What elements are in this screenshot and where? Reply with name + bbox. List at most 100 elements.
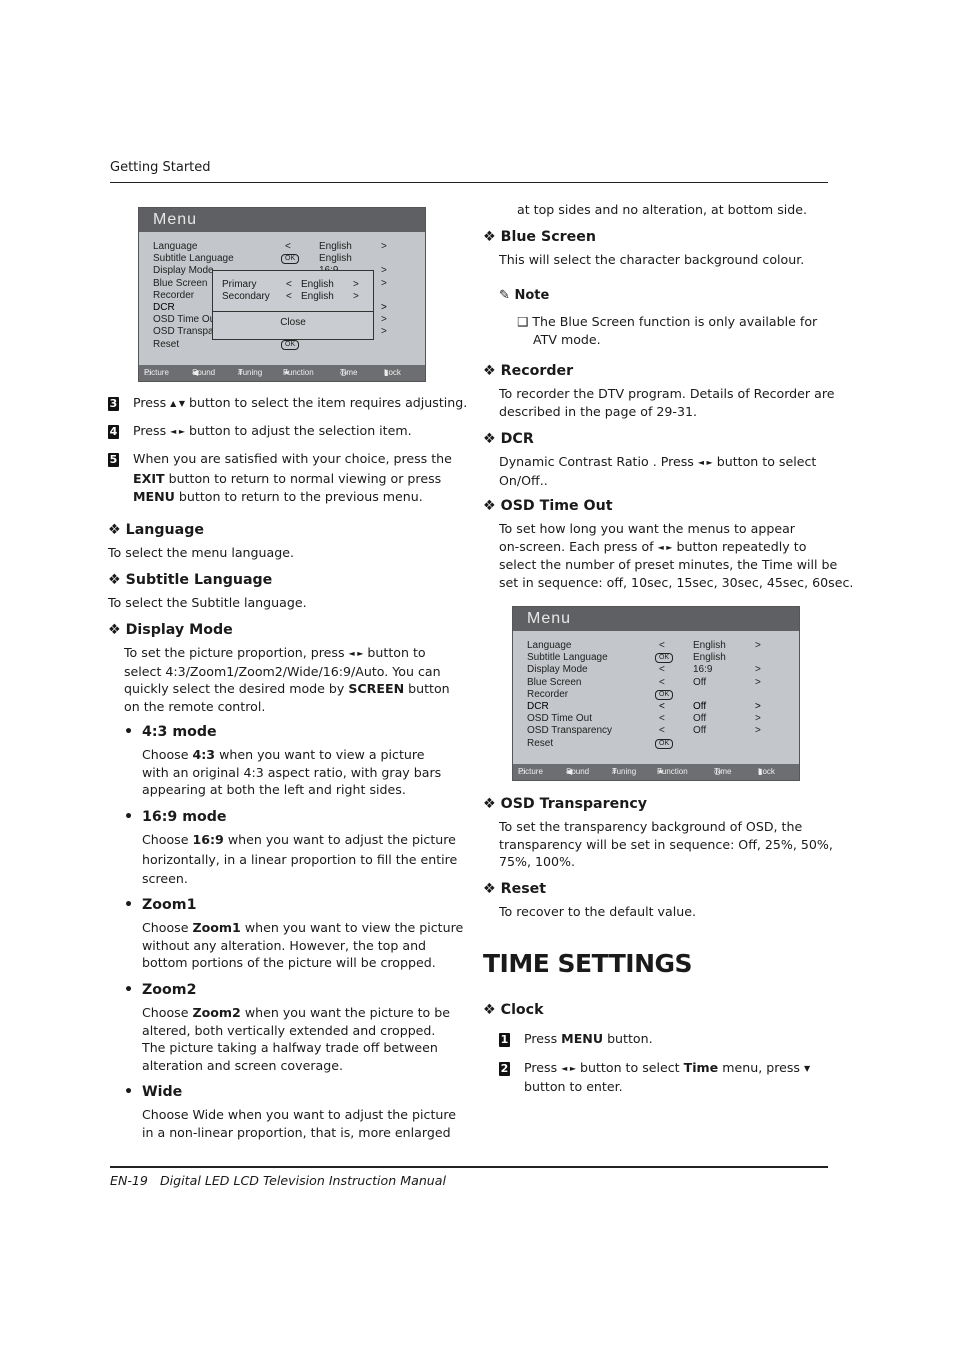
menu-row-value: English [693, 652, 726, 664]
menu-row[interactable]: OSD Transparency < Off > [527, 725, 787, 737]
menu-row-value: English [319, 241, 352, 252]
clock-step-2: 2 Press ◄ ► button to select Time menu, p… [499, 1060, 811, 1076]
zoom1-text: Choose Zoom1 when you want to view the p… [142, 920, 464, 971]
clock-heading: ❖ Clock [483, 1002, 544, 1018]
section-header: Getting Started [110, 160, 211, 175]
wide-text: Choose Wide when you want to adjust the … [142, 1107, 457, 1140]
menu-row[interactable]: Recorder OK [527, 689, 787, 701]
left-right-arrows-icon: ◄ ► [348, 649, 364, 658]
language-heading: ❖ Language [108, 522, 204, 538]
footer-rule [110, 1166, 828, 1168]
menu-row-label: Subtitle Language [527, 652, 608, 664]
dcr-text: Dynamic Contrast Ratio . Press ◄ ► butto… [499, 454, 817, 488]
zoom1-heading: Zoom1 [142, 897, 197, 913]
menu-row-value: 16:9 [693, 664, 713, 676]
footer: EN-19 Digital LED LCD Television Instruc… [110, 1173, 447, 1188]
left-right-arrows-icon: ◄ ► [170, 427, 186, 436]
menu-row-value: English [693, 640, 726, 651]
subtitle-popup: Primary < English > Secondary < English > Close [212, 270, 374, 340]
ok-icon: OK [655, 689, 674, 700]
menu-row-label: Display Mode [153, 265, 214, 277]
prev-arrow: < [659, 640, 665, 651]
step-number: 4 [108, 425, 119, 439]
reset-text: To recover to the default value. [499, 904, 696, 919]
subtitle-heading: ❖ Subtitle Language [108, 572, 273, 588]
menu-row[interactable]: OSD Time Out < Off > [527, 713, 787, 725]
menu-tab-bar: ▭ Picture ◀ Sound # Tuning ★ Function ◎ Time… [513, 764, 799, 780]
menu-row[interactable]: Language < English > [153, 241, 413, 253]
prev-arrow: < [659, 725, 665, 737]
zoom2-text: Choose Zoom2 when you want the picture t… [142, 1005, 450, 1073]
osd-menu-subtitle-popup: Menu Language < English > Subtitle Language OK… [138, 207, 426, 382]
menu-row-value: Off [693, 725, 707, 737]
next-arrow: > [755, 664, 761, 676]
bullet: • [124, 809, 134, 825]
prev-arrow: < [659, 713, 665, 725]
menu-row-label: Language [527, 640, 572, 651]
menu-row-label: DCR [527, 701, 549, 712]
subtitle-text: To select the Subtitle language. [108, 595, 307, 610]
left-right-arrows-icon: ◄ ► [561, 1064, 577, 1073]
clock-step-2-cont: button to enter. [524, 1079, 623, 1094]
next-arrow: > [755, 640, 761, 651]
menu-row-label: Subtitle Language [153, 253, 234, 265]
menu-row[interactable]: Language < English > [527, 640, 787, 652]
menu-row[interactable]: Subtitle Language OK English [527, 652, 787, 664]
menu-row[interactable]: DCR < Off > [527, 701, 787, 713]
menu-row[interactable]: Display Mode <16:9 > [527, 664, 787, 676]
prev-arrow: < [659, 664, 665, 676]
zoom2-heading: Zoom2 [142, 982, 197, 998]
recorder-heading: ❖ Recorder [483, 363, 574, 379]
ok-icon: OK [655, 653, 674, 664]
osd-transparency-heading: ❖ OSD Transparency [483, 796, 647, 812]
wide-heading: Wide [142, 1084, 183, 1100]
bullet: • [124, 1084, 134, 1100]
left-right-arrows-icon: ◄ ► [697, 458, 713, 467]
display-mode-text: To set the picture proportion, press ◄ ►… [124, 645, 450, 714]
menu-title: Menu [139, 208, 425, 232]
up-down-arrows-icon: ▲ ▼ [170, 399, 186, 408]
step-5: 5 When you are satisfied with your choice… [108, 451, 452, 467]
menu-row[interactable]: Reset OK [527, 738, 787, 750]
ok-icon: OK [281, 339, 300, 350]
next-arrow: > [755, 701, 761, 712]
menu-row-label: Reset [153, 338, 180, 350]
prev-arrow: < [285, 241, 291, 252]
mode-16-9-heading: 16:9 mode [142, 809, 227, 825]
blue-screen-heading: ❖ Blue Screen [483, 229, 596, 245]
close-button[interactable]: Close [213, 317, 373, 328]
osd-time-out-text: To set how long you want the menus to ap… [499, 521, 854, 590]
menu-row[interactable]: Reset OK [153, 339, 413, 351]
next-arrow: > [755, 676, 761, 688]
time-settings-title: TIME SETTINGS [483, 949, 693, 978]
menu-row-label: OSD Time Out [527, 713, 593, 725]
manual-page: Getting Started Menu Language < English > Sub… [0, 0, 954, 1350]
header-rule [110, 182, 828, 183]
prev-arrow: < [659, 676, 665, 688]
menu-row[interactable]: Blue Screen < Off > [527, 677, 787, 689]
next-arrow: > [381, 277, 387, 289]
clock-step-1: 1 Press MENU button. [499, 1031, 653, 1047]
next-arrow: > [381, 302, 387, 313]
prev-arrow: < [659, 701, 665, 712]
step-3: 3 Press ▲ ▼ button to select the item req… [108, 395, 468, 411]
step-4: 4 Press ◄ ► button to adjust the selectio… [108, 423, 412, 439]
note-heading: ✎ Note [499, 288, 550, 303]
bullet: • [124, 897, 134, 913]
osd-menu-function: Menu Language < English > Subtitle Language OK… [512, 606, 800, 781]
menu-row-label: Blue Screen [527, 676, 582, 688]
next-arrow: > [381, 265, 387, 277]
mode-16-9-text: Choose 16:9 when you want to adjust the … [142, 832, 458, 886]
menu-row-label: DCR [153, 302, 175, 313]
menu-row-label: OSD Transparency [527, 725, 613, 737]
menu-row-value: English [319, 253, 352, 265]
step-number: 1 [499, 1033, 510, 1047]
next-arrow: > [381, 241, 387, 252]
mode-4-3-text: Choose 4:3 when you want to view a pictu… [142, 747, 442, 798]
recorder-text: To recorder the DTV program. Details of … [499, 386, 835, 419]
next-arrow: > [755, 713, 761, 725]
menu-row[interactable]: Subtitle Language OK English [153, 253, 413, 265]
menu-row-label: Recorder [527, 688, 569, 700]
menu-row-value: Off [693, 701, 707, 712]
step-number: 3 [108, 397, 119, 411]
